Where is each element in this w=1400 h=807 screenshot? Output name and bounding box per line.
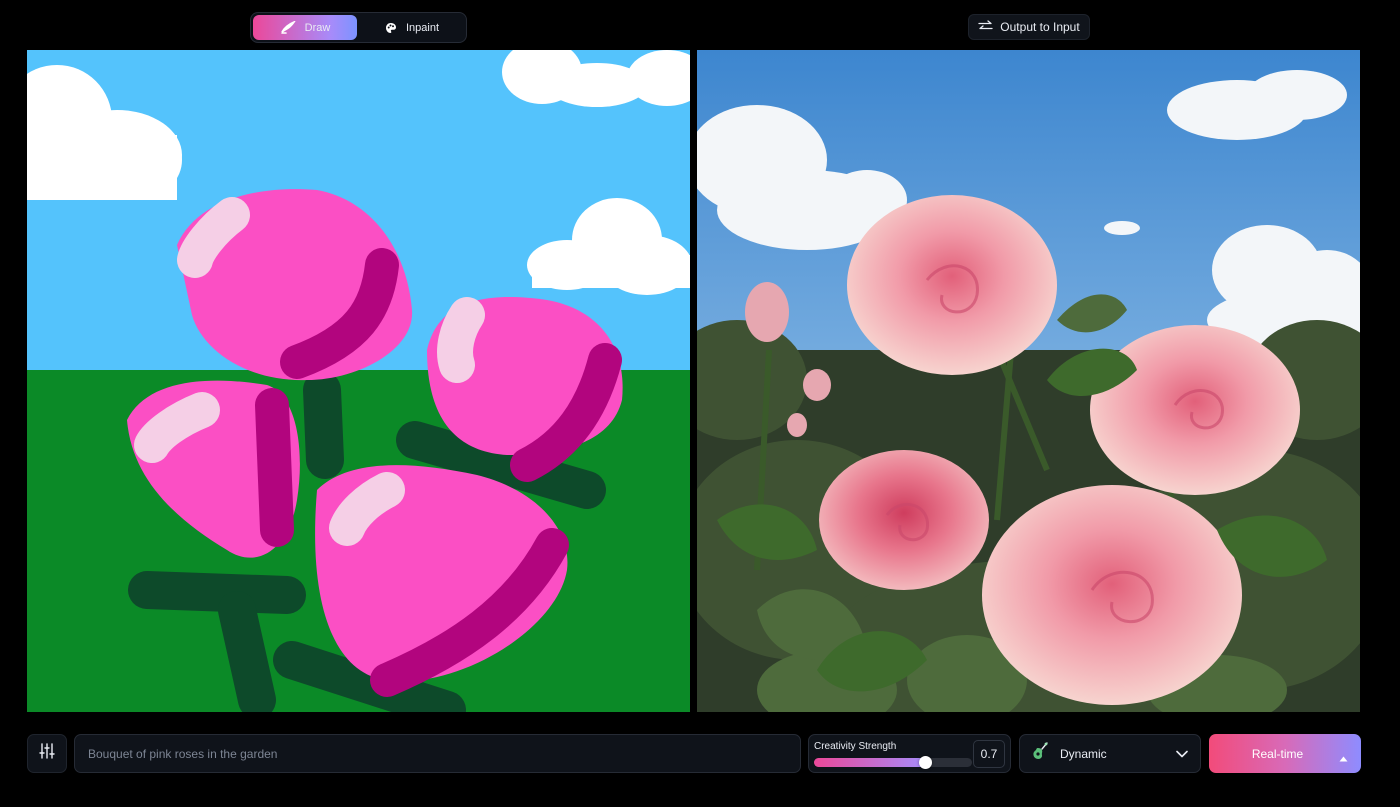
mode-toggle: Draw Inpaint <box>250 12 467 43</box>
creativity-slider-thumb[interactable] <box>918 756 932 769</box>
creativity-slider[interactable] <box>814 756 972 769</box>
brush-icon <box>280 20 296 35</box>
palette-icon <box>385 22 397 34</box>
prompt-input[interactable] <box>88 746 787 761</box>
realtime-button-label: Real-time <box>1251 746 1304 761</box>
swap-arrows-icon <box>978 19 993 35</box>
draw-mode-button[interactable]: Draw <box>253 15 357 40</box>
output-to-input-label: Output to Input <box>1000 20 1080 34</box>
creativity-strength-control: Creativity Strength 0.7 <box>808 734 1011 773</box>
guitar-icon <box>1032 742 1048 765</box>
draw-mode-label: Draw <box>304 21 331 34</box>
prompt-field[interactable] <box>74 734 801 773</box>
creativity-slider-fill <box>814 758 925 767</box>
inpaint-mode-label: Inpaint <box>405 21 440 34</box>
settings-button[interactable] <box>27 734 67 773</box>
sliders-icon <box>39 743 55 764</box>
realtime-button[interactable]: Real-time <box>1209 734 1361 773</box>
style-select-value: Dynamic <box>1060 746 1107 761</box>
creativity-strength-value[interactable]: 0.7 <box>973 740 1005 768</box>
output-image <box>697 50 1360 712</box>
drawing-canvas[interactable] <box>27 50 690 712</box>
style-select[interactable]: Dynamic <box>1019 734 1201 773</box>
caret-up-icon[interactable] <box>1339 749 1348 767</box>
chevron-down-icon <box>1176 745 1188 763</box>
output-to-input-button[interactable]: Output to Input <box>968 14 1090 40</box>
inpaint-mode-button[interactable]: Inpaint <box>360 15 464 40</box>
creativity-strength-label: Creativity Strength <box>814 741 897 752</box>
